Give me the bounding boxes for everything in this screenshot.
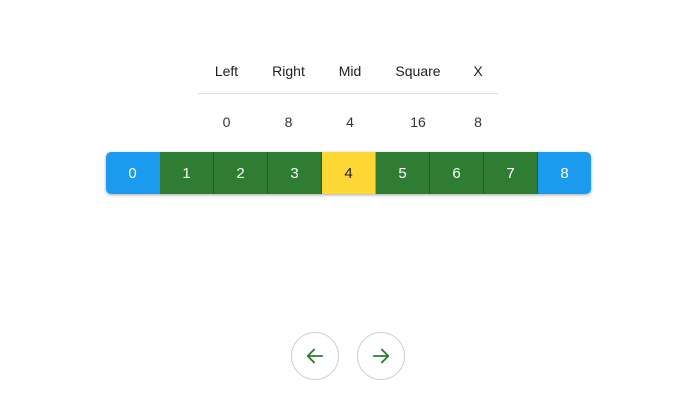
arrow-right-icon [372, 348, 390, 364]
array-strip: 0 1 2 3 4 5 6 7 8 [106, 152, 591, 194]
header-left: Left [198, 48, 255, 94]
value-left: 0 [222, 113, 231, 130]
value-square: 16 [410, 113, 426, 130]
header-right: Right [255, 48, 322, 94]
array-cell-3: 3 [268, 152, 322, 194]
array-cell-2: 2 [214, 152, 268, 194]
variables-value-row: 0 8 4 16 8 [198, 94, 498, 150]
value-x: 8 [474, 113, 482, 130]
arrow-left-icon [306, 348, 324, 364]
value-right: 8 [284, 113, 293, 130]
header-mid: Mid [322, 48, 378, 94]
next-step-button[interactable] [357, 332, 405, 380]
array-cell-6: 6 [430, 152, 484, 194]
previous-step-button[interactable] [291, 332, 339, 380]
array-cell-7: 7 [484, 152, 538, 194]
array-cell-0: 0 [106, 152, 160, 194]
header-square: Square [378, 48, 458, 94]
header-x: X [458, 48, 498, 94]
array-cell-8: 8 [538, 152, 591, 194]
array-cell-4: 4 [322, 152, 376, 194]
visualizer-stage: Left Right Mid Square X 0 8 4 16 8 0 1 2… [0, 0, 700, 400]
variables-header-row: Left Right Mid Square X [198, 48, 498, 94]
array-cell-1: 1 [160, 152, 214, 194]
variables-table: Left Right Mid Square X 0 8 4 16 8 [198, 48, 498, 149]
array-cell-5: 5 [376, 152, 430, 194]
value-mid: 4 [346, 113, 354, 130]
